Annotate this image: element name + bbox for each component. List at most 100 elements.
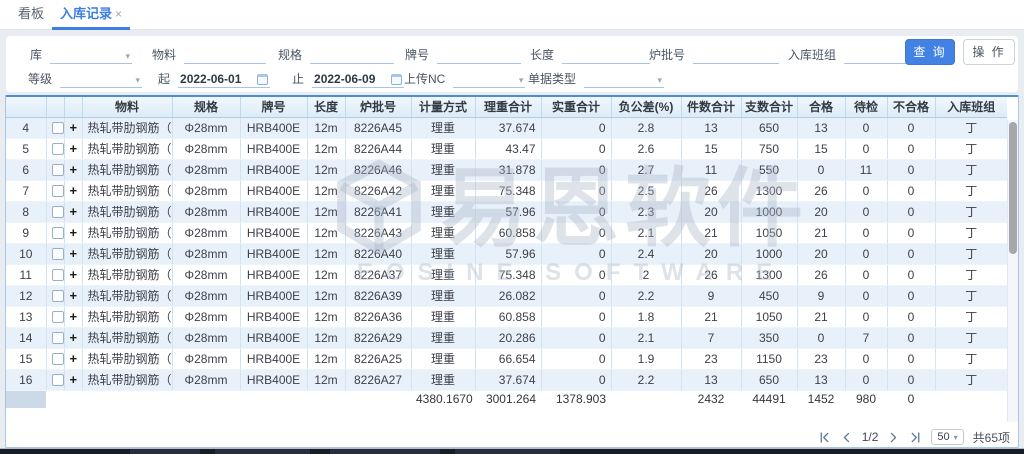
table-row[interactable]: 16+热轧带肋钢筋（抗震）Φ28mmHRB400E12m8226A27理重37.…	[6, 369, 1007, 390]
calendar-icon[interactable]	[391, 74, 402, 85]
warehouse-select[interactable]: ▾	[50, 46, 132, 64]
column-header-length[interactable]: 长度	[307, 97, 345, 117]
grade-input[interactable]	[437, 46, 521, 64]
close-icon[interactable]: ×	[115, 7, 122, 21]
vertical-scrollbar[interactable]	[1007, 120, 1018, 422]
tab-inbound-records[interactable]: 入库记录×	[52, 0, 130, 30]
row-checkbox[interactable]	[52, 332, 64, 344]
table-row[interactable]: 13+热轧带肋钢筋（抗震）Φ28mmHRB400E12m8226A36理重60.…	[6, 306, 1007, 327]
cell-pending: 0	[845, 243, 887, 264]
expand-icon[interactable]: +	[70, 330, 78, 345]
operate-button[interactable]: 操 作	[963, 39, 1015, 65]
expand-icon[interactable]: +	[70, 309, 78, 324]
cell-pending: 7	[845, 327, 887, 348]
length-input[interactable]	[562, 46, 650, 64]
expand-icon[interactable]: +	[70, 351, 78, 366]
column-header-pieces[interactable]: 件数合计	[681, 97, 741, 117]
column-header-actual[interactable]: 实重合计	[541, 97, 611, 117]
upload-nc-select[interactable]: ▾	[453, 70, 525, 88]
row-checkbox[interactable]	[52, 311, 64, 323]
cell-qualified: 26	[797, 264, 845, 285]
table-row[interactable]: 15+热轧带肋钢筋（抗震）Φ28mmHRB400E12m8226A25理重66.…	[6, 348, 1007, 369]
cell-theo: 57.96	[475, 243, 541, 264]
cell-pieces: 23	[681, 348, 741, 369]
row-checkbox[interactable]	[52, 374, 64, 386]
cell-bars: 350	[741, 327, 797, 348]
next-page-icon[interactable]	[887, 431, 900, 444]
column-header-spec[interactable]: 规格	[172, 97, 240, 117]
cell-unqualified: 0	[887, 117, 935, 138]
column-header-material[interactable]: 物料	[82, 97, 172, 117]
cell-method: 理重	[411, 180, 475, 201]
date-to-input[interactable]: 2022-06-09	[312, 70, 404, 88]
expand-icon[interactable]: +	[70, 120, 78, 135]
table-row[interactable]: 5+热轧带肋钢筋（抗震）Φ28mmHRB400E12m8226A44理重43.4…	[6, 138, 1007, 159]
table-row[interactable]: 12+热轧带肋钢筋（抗震）Φ28mmHRB400E12m8226A39理重26.…	[6, 285, 1007, 306]
table-row[interactable]: 7+热轧带肋钢筋（抗震）Φ28mmHRB400E12m8226A42理重75.3…	[6, 180, 1007, 201]
last-page-icon[interactable]	[909, 431, 922, 444]
row-checkbox[interactable]	[52, 122, 64, 134]
row-checkbox[interactable]	[52, 269, 64, 281]
expand-icon[interactable]: +	[70, 288, 78, 303]
calendar-icon[interactable]	[257, 74, 268, 85]
table-row[interactable]: 9+热轧带肋钢筋（抗震）Φ28mmHRB400E12m8226A43理重60.8…	[6, 222, 1007, 243]
batch-input[interactable]	[693, 46, 779, 64]
expand-icon[interactable]: +	[70, 246, 78, 261]
column-header-method[interactable]: 计量方式	[411, 97, 475, 117]
expand-icon[interactable]: +	[70, 225, 78, 240]
row-checkbox[interactable]	[52, 185, 64, 197]
expand-icon[interactable]: +	[70, 372, 78, 387]
cell-pieces: 20	[681, 243, 741, 264]
cell-spec: Φ28mm	[172, 159, 240, 180]
cell-bars: 1300	[741, 264, 797, 285]
spec-input[interactable]	[310, 46, 394, 64]
table-row[interactable]: 8+热轧带肋钢筋（抗震）Φ28mmHRB400E12m8226A41理重57.9…	[6, 201, 1007, 222]
scrollbar-thumb[interactable]	[1009, 122, 1017, 254]
table-row[interactable]: 14+热轧带肋钢筋（抗震）Φ28mmHRB400E12m8226A29理重20.…	[6, 327, 1007, 348]
cell-theo: 31.878	[475, 159, 541, 180]
column-header-tolerance[interactable]: 负公差(%)	[611, 97, 681, 117]
cell-check	[46, 222, 64, 243]
expand-icon[interactable]: +	[70, 162, 78, 177]
query-button[interactable]: 查 询	[905, 39, 955, 65]
cell-tolerance: 2.3	[611, 201, 681, 222]
expand-icon[interactable]: +	[70, 183, 78, 198]
expand-icon[interactable]: +	[70, 267, 78, 282]
table-row[interactable]: 6+热轧带肋钢筋（抗震）Φ28mmHRB400E12m8226A46理重31.8…	[6, 159, 1007, 180]
table-row[interactable]: 10+热轧带肋钢筋（抗震）Φ28mmHRB400E12m8226A40理重57.…	[6, 243, 1007, 264]
column-header-bars[interactable]: 支数合计	[741, 97, 797, 117]
column-header-batch[interactable]: 炉批号	[345, 97, 411, 117]
cell-check	[46, 285, 64, 306]
column-header-team[interactable]: 入库班组	[935, 97, 1007, 117]
cell-qualified: 23	[797, 348, 845, 369]
cell-pending: 0	[845, 306, 887, 327]
tab-dashboard[interactable]: 看板	[18, 0, 44, 30]
date-from-input[interactable]: 2022-06-01	[178, 70, 270, 88]
row-checkbox[interactable]	[52, 290, 64, 302]
material-input[interactable]	[184, 46, 266, 64]
row-checkbox[interactable]	[52, 143, 64, 155]
column-header-qualified[interactable]: 合格	[797, 97, 845, 117]
cell-pieces: 15	[681, 138, 741, 159]
cell-expand: +	[64, 117, 82, 138]
table-row[interactable]: 11+热轧带肋钢筋（抗震）Φ28mmHRB400E12m8226A37理重75.…	[6, 264, 1007, 285]
prev-page-icon[interactable]	[840, 431, 853, 444]
row-checkbox[interactable]	[52, 164, 64, 176]
expand-icon[interactable]: +	[70, 141, 78, 156]
level-select[interactable]: ▾	[60, 70, 142, 88]
cell-check	[46, 159, 64, 180]
table-row[interactable]: 4+热轧带肋钢筋（抗震）Φ28mmHRB400E12m8226A45理重37.6…	[6, 117, 1007, 138]
first-page-icon[interactable]	[818, 431, 831, 444]
row-checkbox[interactable]	[52, 248, 64, 260]
row-checkbox[interactable]	[52, 353, 64, 365]
column-header-pending[interactable]: 待检	[845, 97, 887, 117]
column-header-grade[interactable]: 牌号	[240, 97, 307, 117]
row-checkbox[interactable]	[52, 227, 64, 239]
page-size-select[interactable]: 50 ▾	[931, 429, 963, 445]
cell-pending: 0	[845, 369, 887, 390]
expand-icon[interactable]: +	[70, 204, 78, 219]
column-header-unqualified[interactable]: 不合格	[887, 97, 935, 117]
row-checkbox[interactable]	[52, 206, 64, 218]
doctype-select[interactable]: ▾	[584, 70, 664, 88]
column-header-theo[interactable]: 理重合计	[475, 97, 541, 117]
